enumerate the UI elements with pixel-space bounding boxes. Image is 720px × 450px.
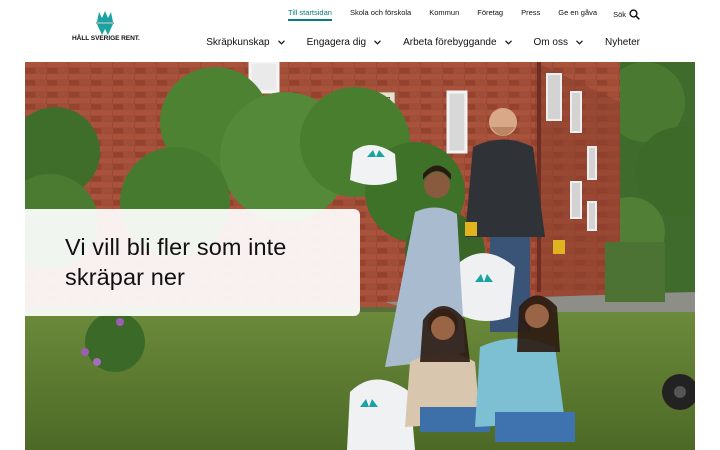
- top-nav: Till startsidan Skola och förskola Kommu…: [288, 8, 640, 21]
- hero-headline-card: Vi vill bli fler som inte skräpar ner: [25, 209, 360, 316]
- main-nav-prevention[interactable]: Arbeta förebyggande: [403, 37, 512, 48]
- main-nav-label: Nyheter: [604, 37, 640, 48]
- chevron-down-icon: [374, 40, 382, 45]
- top-nav-home-link[interactable]: Till startsidan: [288, 8, 332, 21]
- main-nav-news[interactable]: Nyheter: [605, 37, 640, 48]
- search-button[interactable]: Sök: [613, 8, 640, 20]
- hero-headline: Vi vill bli fler som inte skräpar ner: [65, 234, 287, 290]
- top-nav-municipality-link[interactable]: Kommun: [429, 8, 459, 20]
- logo-mark-icon: [96, 11, 114, 35]
- top-nav-press-link[interactable]: Press: [521, 8, 540, 20]
- main-nav-about-us[interactable]: Om oss: [534, 37, 583, 48]
- site-logo[interactable]: HÅLL SVERIGE RENT.: [72, 10, 142, 50]
- main-nav-label: Om oss: [533, 37, 568, 48]
- main-nav-label: Arbeta förebyggande: [403, 37, 497, 48]
- top-nav-donate-link[interactable]: Ge en gåva: [558, 8, 597, 20]
- main-nav-litter-knowledge[interactable]: Skräpkunskap: [206, 37, 285, 48]
- search-label: Sök: [613, 9, 626, 19]
- logo-text: HÅLL SVERIGE RENT.: [72, 35, 140, 42]
- chevron-down-icon: [277, 40, 285, 45]
- main-nav-label: Engagera dig: [306, 37, 367, 48]
- main-nav-label: Skräpkunskap: [206, 37, 270, 48]
- top-nav-company-link[interactable]: Företag: [477, 8, 503, 20]
- chevron-down-icon: [504, 40, 512, 45]
- chevron-down-icon: [576, 40, 583, 45]
- main-nav-get-involved[interactable]: Engagera dig: [307, 37, 382, 48]
- search-icon: [629, 8, 640, 20]
- main-nav: Skräpkunskap Engagera dig Arbeta förebyg…: [206, 37, 640, 48]
- top-nav-school-link[interactable]: Skola och förskola: [350, 8, 411, 20]
